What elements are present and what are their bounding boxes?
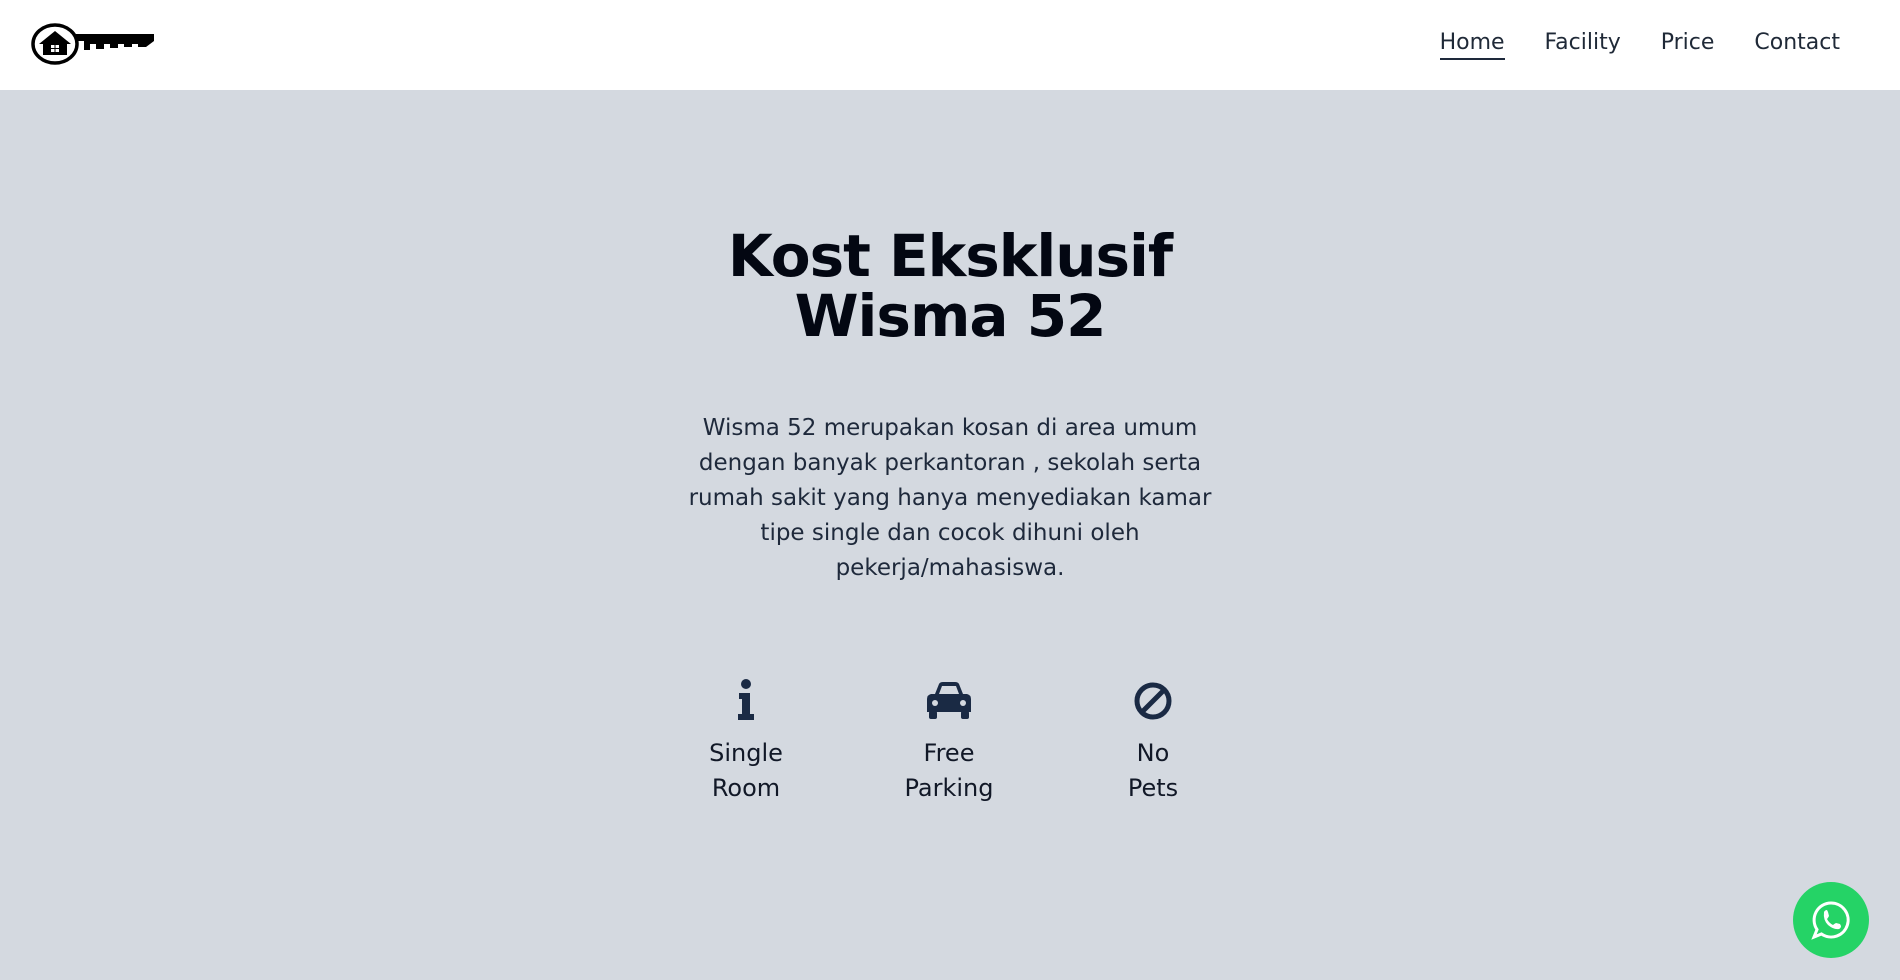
nav-link-facility[interactable]: Facility: [1545, 30, 1621, 60]
info-icon: [738, 679, 754, 720]
feature-free-parking: Free Parking: [869, 678, 1029, 806]
nav-link-home[interactable]: Home: [1439, 30, 1505, 60]
nav-link-price[interactable]: Price: [1661, 30, 1715, 60]
car-icon: [927, 682, 971, 719]
feature-label: Single Room: [709, 739, 783, 802]
feature-label: Free Parking: [904, 739, 994, 802]
navbar: Home Facility Price Contact: [0, 0, 1900, 90]
feature-no-pets: No Pets: [1073, 678, 1233, 806]
hero-title: Kost Eksklusif Wisma 52: [0, 226, 1900, 346]
nav-link-contact[interactable]: Contact: [1754, 30, 1840, 60]
house-key-logo[interactable]: [30, 20, 156, 68]
hero-title-line2: Wisma 52: [794, 282, 1107, 350]
feature-single-room: Single Room: [666, 678, 826, 806]
whatsapp-button[interactable]: [1793, 882, 1869, 958]
main-nav: Home Facility Price Contact: [1439, 0, 1840, 90]
hero-description: Wisma 52 merupakan kosan di area umum de…: [688, 415, 1212, 581]
hero-title-line1: Kost Eksklusif: [727, 222, 1173, 290]
ban-icon: [1134, 682, 1172, 720]
whatsapp-icon: [1811, 901, 1850, 940]
feature-label: No Pets: [1127, 739, 1179, 802]
